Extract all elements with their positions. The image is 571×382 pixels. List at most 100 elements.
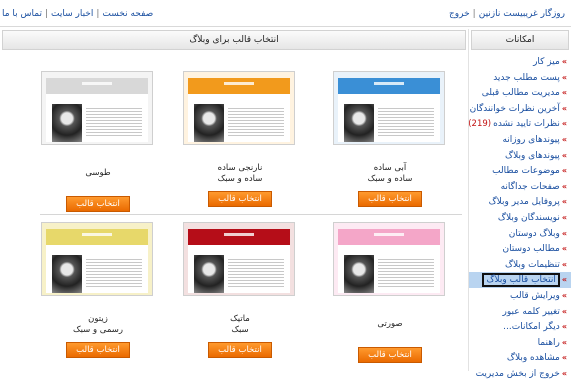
sidebar-item[interactable]: »ویرایش قالب (469, 288, 571, 304)
sidebar-item[interactable]: »پیوندهای وبلاگ (469, 148, 571, 164)
sidebar-item-label[interactable]: میز کار (533, 57, 560, 67)
header-title-bar (223, 233, 255, 236)
content-area (188, 94, 290, 142)
row-divider (40, 214, 462, 215)
text-lines (378, 106, 434, 136)
template-card: آبی ساده ساده و سبک انتخاب قالب (333, 71, 445, 207)
contact-link[interactable]: تماس با ما (2, 9, 42, 19)
sidebar-item-label[interactable]: ویرایش قالب (510, 291, 560, 301)
sidebar-item-label[interactable]: موضوعات مطالب (492, 166, 560, 176)
sidebar-item-label[interactable]: راهنما (538, 338, 560, 348)
header-band (46, 78, 148, 94)
select-template-button[interactable]: انتخاب قالب (208, 342, 272, 358)
news-link[interactable]: اخبار سایت (51, 9, 93, 19)
bullet-icon: » (561, 181, 567, 191)
bullet-icon: » (561, 337, 567, 347)
sidebar-item-label[interactable]: نظرات تایید نشده (493, 119, 560, 129)
select-template-button[interactable]: انتخاب قالب (358, 347, 422, 363)
sidebar-item-label[interactable]: وبلاگ دوستان (509, 229, 560, 239)
sidebar-item[interactable]: »وبلاگ دوستان (469, 226, 571, 242)
sidebar-item[interactable]: »مطالب دوستان (469, 241, 571, 257)
template-thumbnail[interactable] (41, 71, 153, 145)
sidebar-item-label[interactable]: خروج از بخش مدیریت (476, 369, 560, 379)
sidebar-item[interactable]: »نظرات تایید نشده(219) (468, 116, 571, 132)
sidebar-item-label[interactable]: آخرین نظرات خوانندگان (470, 104, 560, 114)
logout-link[interactable]: خروج (449, 9, 470, 19)
sidebar-menu: »میز کار »پست مطلب جدید »مدیریت مطالب قبلی… (468, 54, 571, 382)
top-divider (0, 26, 571, 27)
sidebar-item[interactable]: »انتخاب قالب وبلاگ (469, 272, 571, 288)
sidebar-item[interactable]: »راهنما (469, 335, 571, 351)
template-thumbnail[interactable] (333, 71, 445, 145)
sidebar-item-label[interactable]: انتخاب قالب وبلاگ (482, 273, 560, 288)
sidebar-item-label[interactable]: دیگر امکانات... (503, 322, 560, 332)
sidebar-item-label[interactable]: پروفایل مدیر وبلاگ (489, 197, 560, 207)
header-band (46, 229, 148, 245)
sidebar-item-label[interactable]: نویسندگان وبلاگ (498, 213, 560, 223)
header-band (338, 78, 440, 94)
content-area (338, 94, 440, 142)
select-template-button[interactable]: انتخاب قالب (66, 342, 130, 358)
sidebar-item[interactable]: »تنظیمات وبلاگ (469, 257, 571, 273)
sidebar-item[interactable]: »نویسندگان وبلاگ (469, 210, 571, 226)
bullet-icon: » (561, 275, 567, 285)
bullet-icon: » (561, 134, 567, 144)
template-name: ماتیک (230, 314, 250, 324)
sidebar-item-label[interactable]: مدیریت مطالب قبلی (482, 88, 560, 98)
sidebar-item[interactable]: »خروج از بخش مدیریت (469, 366, 571, 382)
portrait-image (344, 255, 374, 293)
sidebar-item-label[interactable]: صفحات جداگانه (501, 182, 560, 192)
separator: | (44, 9, 49, 19)
bullet-icon: » (561, 103, 567, 113)
sidebar-item-label[interactable]: مشاهده وبلاگ (507, 353, 560, 363)
template-thumbnail[interactable] (333, 222, 445, 296)
sidebar-item[interactable]: »پروفایل مدیر وبلاگ (469, 194, 571, 210)
sidebar-item-label[interactable]: مطالب دوستان (502, 244, 559, 254)
sidebar-item[interactable]: »تغییر کلمه عبور (469, 304, 571, 320)
sidebar-item[interactable]: »موضوعات مطالب (469, 163, 571, 179)
select-template-button[interactable]: انتخاب قالب (358, 191, 422, 207)
blog-title-link[interactable]: روزگار غریبیست نازنین (479, 9, 565, 19)
template-thumbnail[interactable] (41, 222, 153, 296)
bullet-icon: » (561, 212, 567, 222)
sidebar-item-label[interactable]: تغییر کلمه عبور (502, 307, 559, 317)
home-link[interactable]: صفحه نخست (102, 9, 153, 19)
sidebar-item-label[interactable]: پیوندهای وبلاگ (505, 151, 560, 161)
sidebar-item-label[interactable]: پست مطلب جدید (493, 73, 560, 83)
sidebar-item[interactable]: »میز کار (469, 54, 571, 70)
text-lines (378, 257, 434, 287)
sidebar-item[interactable]: »مشاهده وبلاگ (469, 350, 571, 366)
select-template-button[interactable]: انتخاب قالب (66, 196, 130, 212)
sidebar-item[interactable]: »پیوندهای روزانه (469, 132, 571, 148)
text-lines (228, 257, 284, 287)
template-thumbnail[interactable] (183, 222, 295, 296)
template-style: رسمی و سبک (72, 325, 124, 335)
bullet-icon: » (561, 150, 567, 160)
sidebar-item[interactable]: »دیگر امکانات... (469, 319, 571, 335)
template-caption: صورتی (335, 314, 445, 341)
sidebar-item[interactable]: »مدیریت مطالب قبلی (469, 85, 571, 101)
header-band (338, 229, 440, 245)
portrait-image (52, 104, 82, 142)
header-title-bar (373, 82, 405, 85)
text-lines (228, 106, 284, 136)
bullet-icon: » (561, 88, 567, 98)
top-right-links: روزگار غریبیست نازنین|خروج (449, 9, 565, 19)
select-template-button[interactable]: انتخاب قالب (208, 191, 272, 207)
sidebar-item[interactable]: »آخرین نظرات خوانندگان (469, 101, 571, 117)
sidebar-item-label[interactable]: پیوندهای روزانه (502, 135, 559, 145)
template-name: صورتی (377, 319, 403, 329)
header-band (188, 229, 290, 245)
header-title-bar (81, 82, 113, 85)
template-thumbnail[interactable] (183, 71, 295, 145)
bullet-icon: » (561, 57, 567, 66)
template-card: طوسی انتخاب قالب (41, 71, 153, 212)
sidebar-item[interactable]: »پست مطلب جدید (469, 70, 571, 86)
bullet-icon: » (561, 197, 567, 207)
template-name: نارنجی ساده (217, 163, 263, 173)
template-card: نارنجی ساده ساده و سبک انتخاب قالب (183, 71, 295, 207)
sidebar-item-label[interactable]: تنظیمات وبلاگ (505, 260, 560, 270)
sidebar-item[interactable]: »صفحات جداگانه (469, 179, 571, 195)
pending-count-badge: (219) (468, 119, 492, 130)
bullet-icon: » (561, 166, 567, 176)
